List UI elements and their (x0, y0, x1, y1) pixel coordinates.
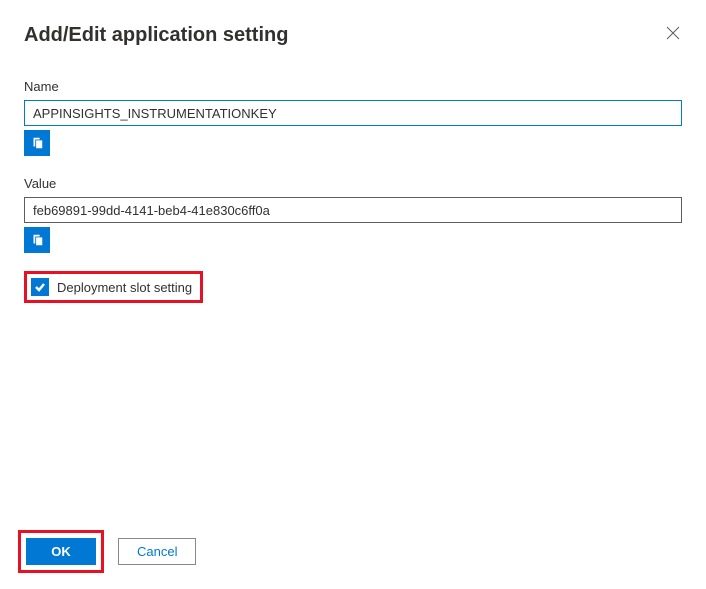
copy-icon (30, 233, 44, 247)
close-icon (666, 26, 680, 40)
page-title: Add/Edit application setting (24, 24, 288, 47)
deployment-slot-label: Deployment slot setting (57, 280, 192, 295)
name-input[interactable] (24, 100, 682, 126)
copy-value-button[interactable] (24, 227, 50, 253)
checkbox-highlight: Deployment slot setting (24, 271, 203, 303)
deployment-slot-checkbox[interactable] (31, 278, 49, 296)
checkmark-icon (34, 281, 46, 293)
value-label: Value (24, 176, 682, 191)
close-button[interactable] (664, 24, 682, 46)
cancel-button[interactable]: Cancel (118, 538, 196, 565)
copy-icon (30, 136, 44, 150)
copy-name-button[interactable] (24, 130, 50, 156)
name-label: Name (24, 79, 682, 94)
ok-button[interactable]: OK (26, 538, 96, 565)
ok-highlight: OK (18, 530, 104, 573)
value-input[interactable] (24, 197, 682, 223)
